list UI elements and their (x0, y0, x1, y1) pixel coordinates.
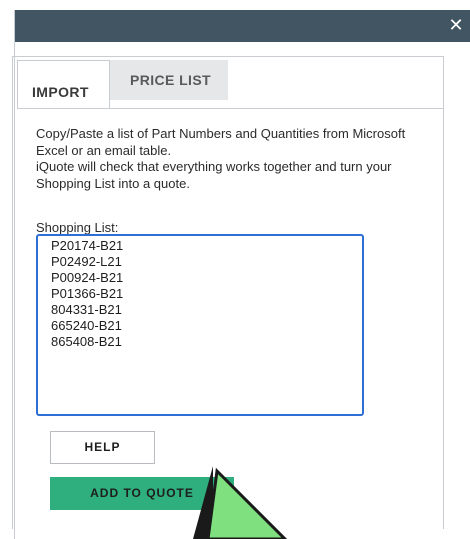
description-line-1: Copy/Paste a list of Part Numbers and Qu… (36, 126, 406, 158)
list-item: P20174-B21 (51, 238, 124, 253)
list-item: 804331-B21 (51, 302, 122, 317)
tab-divider (17, 108, 443, 109)
list-item: 665240-B21 (51, 318, 122, 333)
tab-import-label: IMPORT (32, 84, 89, 100)
description-line-2: iQuote will check that everything works … (36, 159, 392, 191)
shopping-list-textarea[interactable]: P20174-B21 P02492-L21 P00924-B21 P01366-… (36, 234, 364, 416)
list-item: 865408-B21 (51, 334, 122, 349)
tab-import[interactable]: IMPORT (17, 60, 110, 109)
tab-price-list[interactable]: PRICE LIST (110, 60, 228, 100)
add-to-quote-button[interactable]: ADD TO QUOTE (50, 477, 234, 510)
list-item: P01366-B21 (51, 286, 124, 301)
close-icon[interactable]: ✕ (445, 14, 467, 36)
tab-price-list-label: PRICE LIST (130, 72, 212, 88)
list-item: P00924-B21 (51, 270, 124, 285)
dialog-titlebar: ✕ (15, 10, 470, 42)
shopping-list-label: Shopping List: (36, 220, 119, 235)
list-item: P02492-L21 (51, 254, 122, 269)
import-description: Copy/Paste a list of Part Numbers and Qu… (36, 126, 436, 192)
help-button[interactable]: HELP (50, 431, 155, 464)
